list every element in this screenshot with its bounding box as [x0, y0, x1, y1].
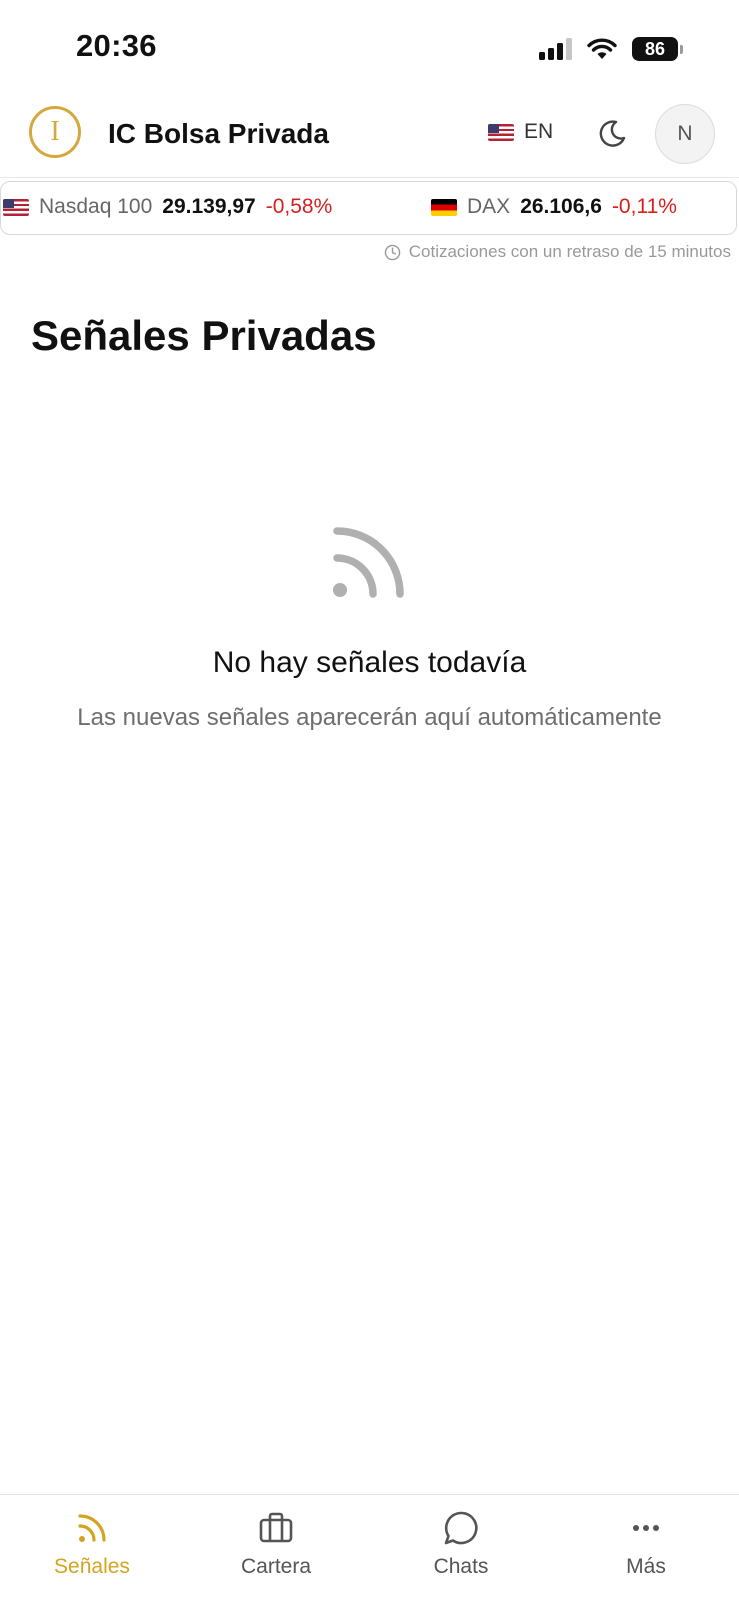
rss-feed-icon [78, 1514, 106, 1542]
user-avatar-button[interactable]: N [655, 104, 715, 164]
ticker-name: Nasdaq 100 [39, 195, 153, 218]
ticker-value: 29.139,97 [162, 195, 256, 218]
page-title: Señales Privadas [31, 312, 377, 359]
chat-bubble-icon [444, 1511, 478, 1545]
ticker-value: 26.106,6 [520, 195, 602, 218]
nav-label: Cartera [240, 1555, 312, 1578]
nav-tab-senales[interactable]: Señales [27, 1509, 157, 1579]
app-header: I IC Bolsa Privada EN N [0, 96, 739, 178]
language-button[interactable]: EN [488, 118, 553, 146]
quote-delay-text: Cotizaciones con un retraso de 15 minuto… [408, 242, 731, 261]
empty-state-title: No hay señales todavía [212, 646, 527, 679]
rss-feed-icon [333, 527, 404, 598]
theme-toggle-moon-icon[interactable] [596, 116, 630, 150]
flag-de-icon [431, 198, 457, 216]
more-dots-icon [633, 1525, 659, 1531]
status-icons: 86 [539, 34, 683, 64]
bottom-navigation: Señales Cartera Chats Más [0, 1494, 739, 1600]
cellular-signal-icon [539, 38, 572, 60]
app-title: IC Bolsa Privada [108, 118, 329, 149]
nav-tab-cartera[interactable]: Cartera [211, 1509, 341, 1579]
battery-level: 86 [632, 37, 678, 61]
market-ticker: Nasdaq 100 29.139,97 -0,58% DAX 26.106,6… [0, 181, 737, 235]
empty-state-subtitle: Las nuevas señales aparecerán aquí autom… [77, 704, 662, 731]
nav-tab-mas[interactable]: Más [581, 1509, 711, 1579]
quote-delay-note: Cotizaciones con un retraso de 15 minuto… [384, 242, 731, 262]
ticker-change: -0,58% [265, 195, 333, 218]
ticker-item-dax[interactable]: DAX 26.106,6 -0,11% [431, 195, 677, 219]
ticker-item-nasdaq[interactable]: Nasdaq 100 29.139,97 -0,58% [3, 195, 332, 219]
status-bar: 20:36 86 [0, 0, 739, 96]
app-screen: 20:36 86 I IC Bolsa Privada EN N Nasdaq … [0, 0, 739, 1600]
briefcase-icon [259, 1512, 293, 1543]
ticker-name: DAX [467, 195, 511, 218]
flag-us-icon [488, 123, 514, 141]
clock-icon [384, 244, 401, 260]
status-time: 20:36 [76, 28, 157, 63]
nav-label: Señales [54, 1555, 130, 1578]
language-label: EN [524, 120, 554, 143]
nav-tab-chats[interactable]: Chats [396, 1509, 526, 1579]
ticker-change: -0,11% [611, 195, 677, 218]
wifi-icon [587, 38, 617, 59]
nav-label: Más [626, 1555, 666, 1578]
battery-icon: 86 [632, 37, 683, 61]
flag-us-icon [3, 198, 29, 216]
nav-label: Chats [433, 1555, 489, 1578]
app-logo: I [29, 106, 81, 158]
